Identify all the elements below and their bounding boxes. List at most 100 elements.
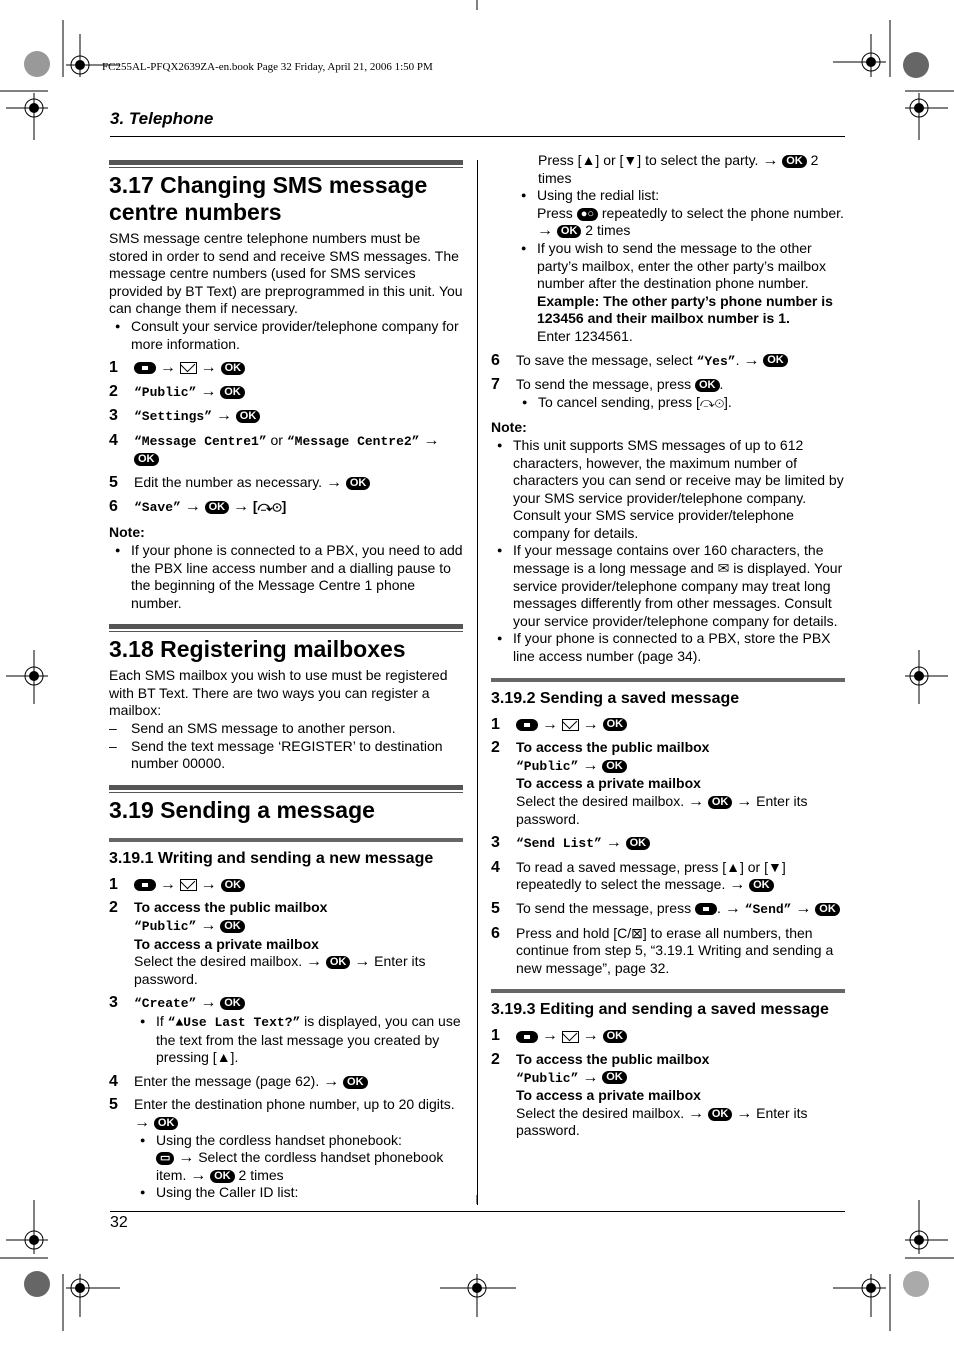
subsection-title-3-19-1: 3.19.1 Writing and sending a new message	[109, 849, 434, 867]
arrow-icon: →	[582, 756, 599, 774]
ok-key-icon: OK	[707, 1107, 733, 1121]
text: Enter 1234561.	[537, 327, 633, 344]
menu-option: “Public”	[516, 1070, 579, 1086]
step-5: 5 Enter the destination phone number, up…	[109, 1096, 463, 1202]
private-label: To access a private mailbox	[516, 775, 701, 792]
text: If you wish to send the message to the o…	[537, 239, 826, 292]
ok-key-icon: OK	[602, 759, 627, 773]
off-key-icon: [⤼⊙]	[252, 497, 287, 514]
step-2: 2 To access the public mailbox “Public” …	[491, 739, 845, 828]
section-bar	[109, 784, 463, 793]
public-label: To access the public mailbox	[516, 1050, 710, 1067]
arrow-icon: →	[215, 407, 232, 425]
ok-key-icon: OK	[602, 718, 628, 732]
envelope-icon	[561, 1030, 579, 1043]
text: repeatedly to select the phone number.	[601, 204, 844, 221]
arrow-icon: →	[323, 1072, 340, 1090]
left-column: 3.17 Changing SMS message centre numbers…	[109, 160, 463, 1202]
subsection-title-3-19-3: 3.19.3 Editing and sending a saved messa…	[491, 1001, 829, 1019]
note-label: Note:	[109, 524, 145, 541]
arrow-icon: →	[729, 876, 746, 894]
list-item: Send the text message ‘REGISTER’ to dest…	[109, 738, 463, 773]
menu-key-icon	[516, 1030, 538, 1043]
step-1: 1 → → OK	[491, 716, 845, 734]
footer-rule	[110, 1211, 845, 1212]
text: 2 times	[238, 1166, 284, 1183]
step-4: 4 “Message Centre1” or “Message Centre2”…	[109, 431, 440, 467]
step-text: Select the desired mailbox.	[134, 953, 303, 970]
intro-3-18: Each SMS mailbox you wish to use must be…	[109, 667, 448, 719]
bullet-item: Using the Caller ID list:	[134, 1184, 463, 1202]
header-rule	[110, 136, 845, 137]
step-text: To save the message, select	[516, 351, 697, 368]
subsection-bar	[491, 677, 845, 682]
envelope-icon	[179, 362, 197, 375]
ok-key-icon: OK	[220, 878, 246, 892]
ok-key-icon: OK	[695, 378, 720, 392]
menu-option: “Create”	[134, 996, 197, 1012]
menu-option: “Public”	[516, 758, 579, 774]
menu-option: “Public”	[134, 919, 197, 935]
step-1: 1 → → OK	[491, 1027, 845, 1045]
arrow-icon: →	[190, 1166, 207, 1184]
step-4: 4 Enter the message (page 62). → OK	[109, 1073, 463, 1091]
note-label: Note:	[491, 419, 527, 436]
ok-key-icon: OK	[220, 919, 245, 933]
subsection-title-3-19-2: 3.19.2 Sending a saved message	[491, 689, 740, 707]
step-text: Enter the message (page 62).	[134, 1072, 320, 1089]
example-text: Example: The other party’s phone number …	[537, 292, 833, 327]
arrow-icon: →	[305, 953, 322, 971]
menu-option: “Save”	[134, 499, 181, 515]
ok-key-icon: OK	[204, 500, 230, 514]
step-4: 4 To read a saved message, press [▲] or …	[491, 858, 786, 894]
ok-key-icon: OK	[556, 225, 582, 239]
arrow-icon: →	[159, 359, 176, 377]
step-text: To read a saved message, press [▲] or [▼…	[516, 858, 786, 893]
column-divider	[477, 160, 478, 1205]
note-item: This unit supports SMS messages of up to…	[491, 437, 845, 543]
right-column: Press [▲] or [▼] to select the party. → …	[491, 152, 845, 1140]
menu-key-icon	[134, 362, 156, 375]
note-item: If your phone is connected to a PBX, sto…	[491, 630, 845, 665]
step-text: Press and hold [C/⊠] to erase all number…	[516, 924, 834, 976]
arrow-icon: →	[762, 152, 779, 169]
step-3: 3 “Create” → OK If “▲Use Last Text?” is …	[109, 994, 463, 1066]
ok-key-icon: OK	[220, 385, 245, 399]
step-text: Enter the destination phone number, up t…	[134, 1096, 455, 1113]
envelope-icon	[179, 879, 197, 892]
arrow-icon: →	[541, 715, 558, 733]
arrow-icon: →	[724, 899, 741, 917]
arrow-icon: →	[200, 917, 217, 935]
step-6: 6 “Save” → OK → [⤼⊙]	[109, 497, 287, 515]
arrow-icon: →	[582, 1027, 599, 1045]
menu-option: “Settings”	[134, 409, 213, 425]
bullet-item: To cancel sending, press [⤼⊙].	[516, 394, 845, 412]
step-text: Select the desired mailbox.	[516, 793, 685, 809]
print-header: FC255AL-PFQX2639ZA-en.book Page 32 Frida…	[102, 61, 433, 73]
arrow-icon: →	[795, 899, 812, 917]
envelope-icon	[561, 718, 579, 731]
arrow-icon: →	[325, 474, 342, 492]
step-3: 3 “Settings” → OK	[109, 407, 463, 426]
ok-key-icon: OK	[625, 836, 651, 850]
ok-key-icon: OK	[325, 956, 351, 970]
ok-key-icon: OK	[220, 997, 245, 1011]
step-text: Select the desired mailbox.	[516, 1104, 685, 1121]
list-item: Send an SMS message to another person.	[109, 720, 463, 738]
ok-key-icon: OK	[763, 354, 788, 368]
arrow-icon: →	[736, 1104, 753, 1122]
ok-key-icon: OK	[782, 154, 807, 168]
step-2: 2 To access the public mailbox “Public” …	[491, 1051, 845, 1140]
menu-key-icon	[134, 879, 156, 892]
phonebook-key-icon: ▭	[156, 1151, 175, 1165]
intro-3-17: SMS message centre telephone numbers mus…	[109, 230, 463, 317]
public-label: To access the public mailbox	[134, 899, 328, 916]
note-item: If your message contains over 160 charac…	[491, 542, 845, 630]
public-label: To access the public mailbox	[516, 739, 710, 756]
step-6: 6 Press and hold [C/⊠] to erase all numb…	[491, 924, 834, 976]
menu-option: “▲Use Last Text?”	[167, 1015, 301, 1030]
section-title-3-17: 3.17 Changing SMS message centre numbers	[109, 172, 428, 225]
text: Press	[537, 204, 573, 221]
menu-option: “Yes”	[696, 353, 736, 369]
menu-key-icon	[516, 718, 538, 731]
